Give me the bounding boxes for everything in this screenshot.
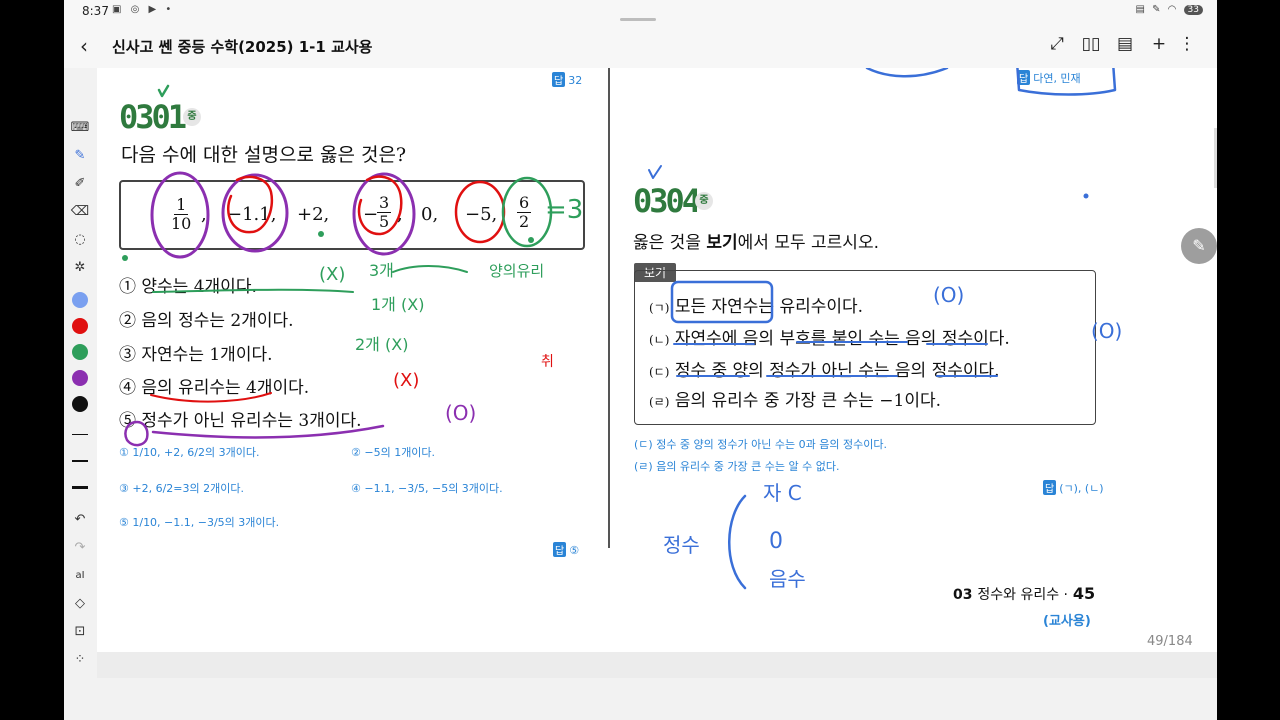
add-icon[interactable]: +	[1148, 34, 1170, 54]
green-curve	[392, 265, 468, 273]
red-note-x: (X)	[393, 370, 419, 391]
blue-note-zero: 0	[769, 529, 783, 554]
green-underline	[152, 288, 354, 293]
stroke-medium[interactable]	[72, 460, 88, 462]
green-note-2: 2개 (X)	[355, 335, 408, 354]
lock-icon[interactable]: ⊡	[70, 622, 90, 642]
green-note-x: (X)	[319, 264, 345, 285]
stroke-thick[interactable]	[72, 486, 88, 489]
grid-icon[interactable]: ⁘	[70, 650, 90, 670]
keyboard-icon[interactable]: ⌨	[70, 118, 90, 138]
book-view-icon[interactable]: ▯▯	[1080, 34, 1102, 54]
circle-3-5	[352, 172, 416, 256]
blue-note-natural: 자 C	[763, 481, 802, 505]
circle-6-2	[501, 176, 553, 248]
purple-note-o: (O)	[445, 401, 476, 425]
blue-box	[670, 280, 774, 324]
page-settings-icon[interactable]: ▤	[1114, 34, 1136, 54]
blue-box-top	[1016, 68, 1117, 96]
blue-note-o-1: (O)	[933, 283, 964, 307]
green-note-positive: 양의유리	[489, 262, 544, 280]
red-underline	[150, 392, 272, 403]
scrollbar[interactable]	[1214, 128, 1217, 188]
check-mark-2	[648, 165, 662, 179]
eraser-icon[interactable]: ⌫	[70, 202, 90, 222]
shapes-icon[interactable]: ◇	[70, 594, 90, 614]
handwritten-notes: =3 (X) 3개 양의유리 1개 (X) 2개 (X) (X) 취 (O) (…	[319, 195, 1122, 591]
document-page[interactable]: 답 32 0301 중 다음 수에 대한 설명으로 옳은 것은? 1 10 , −1…	[97, 68, 1217, 652]
magic-icon[interactable]: ✲	[70, 258, 90, 278]
purple-underline	[151, 424, 385, 439]
lasso-icon[interactable]: ◌	[70, 230, 90, 250]
circle-neg-5	[454, 180, 506, 244]
color-blue-swatch[interactable]	[72, 292, 88, 308]
tablet-frame: 8:37 ▣ ◎ ▶ • ▤ ✎ ◠ 33 ‹ 신사고 쎈 중등 수학(2025…	[64, 0, 1217, 720]
blue-underlines	[673, 341, 998, 377]
color-red-swatch[interactable]	[72, 318, 88, 334]
expand-icon[interactable]: ⤢	[1046, 34, 1068, 54]
circle-1-10	[150, 171, 210, 259]
green-note-3: 3개	[369, 261, 394, 280]
red-note: 취	[541, 354, 554, 370]
status-time: 8:37	[82, 4, 109, 18]
text-icon[interactable]: aI	[70, 566, 90, 586]
back-icon[interactable]: ‹	[80, 34, 88, 58]
app-bar: ‹ 신사고 쎈 중등 수학(2025) 1-1 교사용 ⤢ ▯▯ ▤ + ⋮	[64, 24, 1217, 68]
blue-note-o-2: (O)	[1091, 319, 1122, 343]
blue-scribble-top	[865, 68, 949, 78]
highlighter-icon[interactable]: ✐	[70, 174, 90, 194]
circle-answer	[124, 420, 149, 447]
pen-fab-icon[interactable]: ✎	[1181, 228, 1217, 264]
notification-icons: ▣ ◎ ▶ •	[112, 4, 175, 15]
circle-neg-1-1	[221, 173, 289, 253]
document-title: 신사고 쎈 중등 수학(2025) 1-1 교사용	[112, 38, 373, 56]
color-purple-swatch[interactable]	[72, 370, 88, 386]
blue-note-integer: 정수	[663, 533, 700, 557]
green-note-1: 1개 (X)	[371, 295, 424, 314]
page-gap	[97, 652, 1217, 678]
color-black-swatch[interactable]	[72, 396, 88, 412]
color-green-swatch[interactable]	[72, 344, 88, 360]
red-circle-2	[357, 175, 403, 236]
pen-icon[interactable]: ✎	[70, 146, 90, 166]
undo-icon[interactable]: ↶	[70, 510, 90, 530]
blue-note-negative: 음수	[769, 567, 806, 591]
multiwindow-handle[interactable]	[620, 18, 656, 21]
green-eq-3: =3	[545, 195, 583, 225]
redo-icon[interactable]: ↷	[70, 538, 90, 558]
stroke-thin[interactable]	[72, 434, 88, 435]
system-icons: ▤ ✎ ◠ 33	[1135, 4, 1203, 15]
more-options-icon[interactable]: ⋮	[1176, 34, 1198, 54]
blue-brace	[728, 494, 747, 590]
handwriting-layer: =3 (X) 3개 양의유리 1개 (X) 2개 (X) (X) 취 (O) (…	[122, 68, 1122, 591]
battery-icon: 33	[1183, 5, 1203, 15]
check-mark	[157, 84, 170, 98]
